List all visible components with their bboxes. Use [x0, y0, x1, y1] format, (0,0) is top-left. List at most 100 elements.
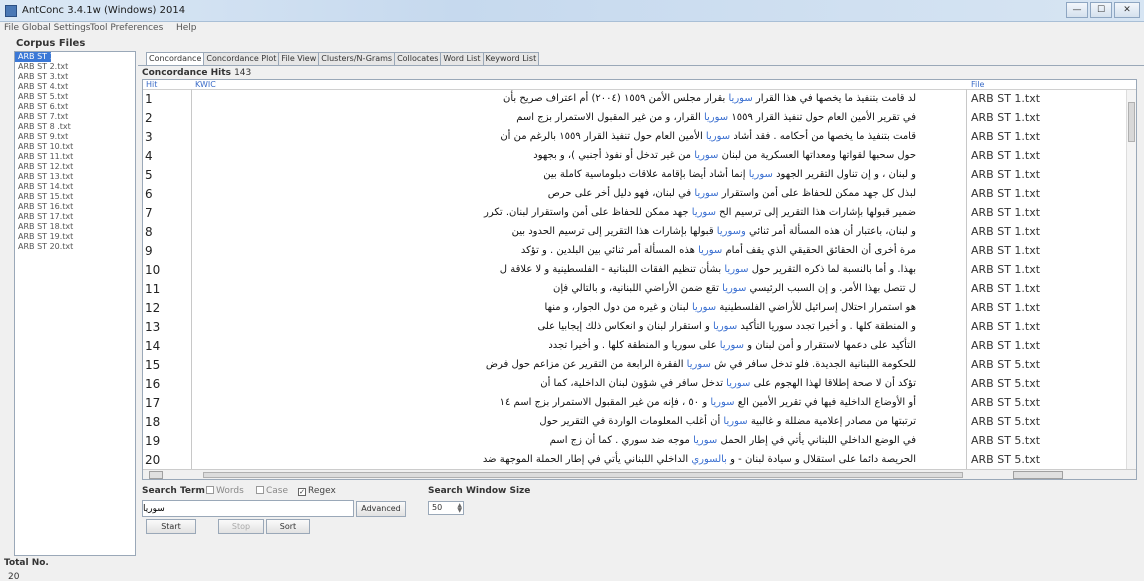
vertical-scroll-thumb[interactable] — [1128, 102, 1135, 142]
corpus-file-item[interactable]: ARB ST 9.txt — [15, 132, 135, 142]
vertical-scrollbar[interactable] — [1126, 90, 1136, 470]
hit-file[interactable]: ARB ST 1.txt — [971, 111, 1040, 124]
kwic-keyword[interactable]: سوريا — [694, 150, 718, 161]
corpus-file-item[interactable]: ARB ST 8 .txt — [15, 122, 135, 132]
table-row[interactable]: 16 تؤكد أن لا صحة إطلاقا لهذا الهجوم على … — [143, 375, 1136, 393]
hit-file[interactable]: ARB ST 1.txt — [971, 206, 1040, 219]
table-row[interactable]: 7 ضمير قبولها بإشارات هذا التقرير إلى ترس… — [143, 204, 1136, 222]
kwic-line[interactable]: الحريصة دائما على استقلال و سيادة لبنان … — [483, 453, 916, 467]
kwic-line[interactable]: التأكيد على دعمها لاستقرار و أمن لبنان و… — [548, 339, 916, 353]
kwic-keyword[interactable]: سوريا — [710, 397, 734, 408]
kwic-line[interactable]: و لبنان ، و إن تناول التقرير الجهود سوري… — [543, 168, 916, 182]
column-header-kwic[interactable]: KWIC — [195, 80, 216, 89]
tab-collocates[interactable]: Collocates — [394, 52, 442, 65]
hit-file[interactable]: ARB ST 5.txt — [971, 396, 1040, 409]
corpus-file-list[interactable]: ARB ST 1.txt ARB ST 2.txt ARB ST 3.txt ARB … — [14, 51, 136, 556]
table-row[interactable]: 2 في تقرير الأمين العام حول تنفيذ القرار … — [143, 109, 1136, 127]
corpus-file-item[interactable]: ARB ST 3.txt — [15, 72, 135, 82]
case-checkbox[interactable] — [256, 486, 264, 494]
table-row[interactable]: 17 أو الأوضاع الداخلية فيها في تقرير الأم… — [143, 394, 1136, 412]
hit-file[interactable]: ARB ST 1.txt — [971, 168, 1040, 181]
kwic-keyword[interactable]: وسوريا — [717, 226, 746, 237]
kwic-line[interactable]: حول سحبها لقواتها ومعداتها العسكرية من ل… — [533, 149, 916, 163]
tab-word-list[interactable]: Word List — [440, 52, 484, 65]
corpus-file-item[interactable]: ARB ST 13.txt — [15, 172, 135, 182]
corpus-file-item[interactable]: ARB ST 5.txt — [15, 92, 135, 102]
table-row[interactable]: 3 قامت بتنفيذ ما يخصها من أحكامه . فقد أش… — [143, 128, 1136, 146]
tab-clusters-n-grams[interactable]: Clusters/N-Grams — [318, 52, 396, 65]
kwic-keyword[interactable]: سوريا — [726, 378, 750, 389]
kwic-line[interactable]: للحكومة اللبنانية الجديدة. فلو تدخل سافر… — [486, 358, 916, 372]
corpus-file-item[interactable]: ARB ST 12.txt — [15, 162, 135, 172]
kwic-line[interactable]: ترتبتها من مصادر إعلامية مضللة و غالبية … — [539, 415, 916, 429]
minimize-button[interactable]: — — [1066, 2, 1088, 18]
kwic-line[interactable]: قامت بتنفيذ ما يخصها من أحكامه . فقد أشا… — [500, 130, 916, 144]
table-row[interactable]: 15 للحكومة اللبنانية الجديدة. فلو تدخل سا… — [143, 356, 1136, 374]
hit-column-scroll-thumb[interactable] — [149, 471, 163, 479]
kwic-line[interactable]: مرة أخرى أن الحقائق الحقيقي الذي يقف أما… — [521, 244, 916, 258]
search-term-input[interactable] — [142, 500, 354, 517]
kwic-scroll-thumb[interactable] — [203, 472, 963, 478]
corpus-file-item[interactable]: ARB ST 6.txt — [15, 102, 135, 112]
kwic-keyword[interactable]: سوريا — [713, 321, 737, 332]
stop-button[interactable]: Stop — [218, 519, 264, 534]
regex-checkbox[interactable] — [298, 488, 306, 496]
column-header-file[interactable]: File — [971, 80, 984, 89]
hit-file[interactable]: ARB ST 1.txt — [971, 339, 1040, 352]
kwic-keyword[interactable]: سوريا — [687, 359, 711, 370]
menu-file[interactable]: File — [4, 23, 19, 33]
table-row[interactable]: 13 و المنطقة كلها . و أخيرا تجدد سوريا ال… — [143, 318, 1136, 336]
corpus-file-item[interactable]: ARB ST 2.txt — [15, 62, 135, 72]
corpus-file-item[interactable]: ARB ST 14.txt — [15, 182, 135, 192]
hit-file[interactable]: ARB ST 1.txt — [971, 244, 1040, 257]
kwic-line[interactable]: بهذا. و أما بالنسبة لما ذكره التقرير حول… — [500, 263, 916, 277]
table-row[interactable]: 8 و لبنان، باعتبار أن هذه المسألة أمر ثنا… — [143, 223, 1136, 241]
kwic-line[interactable]: لد قامت بتنفيذ ما يخصها في هذا القرار سو… — [503, 92, 916, 106]
kwic-keyword[interactable]: سوريا — [706, 131, 730, 142]
hit-file[interactable]: ARB ST 1.txt — [971, 263, 1040, 276]
kwic-line[interactable]: في تقرير الأمين العام حول تنفيذ القرار ١… — [516, 111, 916, 125]
table-row[interactable]: 18 ترتبتها من مصادر إعلامية مضللة و غالبي… — [143, 413, 1136, 431]
corpus-file-item[interactable]: ARB ST 18.txt — [15, 222, 135, 232]
kwic-line[interactable]: و المنطقة كلها . و أخيرا تجدد سوريا التأ… — [537, 320, 916, 334]
table-row[interactable]: 11 ل تتصل بهذا الأمر. و إن السبب الرئيسي … — [143, 280, 1136, 298]
corpus-file-item[interactable]: ARB ST 19.txt — [15, 232, 135, 242]
kwic-keyword[interactable]: سوريا — [729, 93, 753, 104]
words-option[interactable]: Words — [206, 486, 244, 496]
hit-file[interactable]: ARB ST 1.txt — [971, 301, 1040, 314]
hit-file[interactable]: ARB ST 5.txt — [971, 377, 1040, 390]
words-checkbox[interactable] — [206, 486, 214, 494]
kwic-line[interactable]: هو استمرار احتلال إسرائيل للأراضي الفلسط… — [545, 301, 916, 315]
search-window-size-spinner[interactable]: 50 ▲ ▼ — [428, 501, 464, 515]
table-row[interactable]: 20 الحريصة دائما على استقلال و سيادة لبنا… — [143, 451, 1136, 469]
corpus-file-item[interactable]: ARB ST 11.txt — [15, 152, 135, 162]
kwic-keyword[interactable]: سوريا — [694, 188, 718, 199]
tab-file-view[interactable]: File View — [278, 52, 320, 65]
hit-file[interactable]: ARB ST 1.txt — [971, 187, 1040, 200]
hit-file[interactable]: ARB ST 1.txt — [971, 130, 1040, 143]
hit-file[interactable]: ARB ST 5.txt — [971, 434, 1040, 447]
menu-tool-preferences[interactable]: Tool Preferences — [90, 23, 163, 33]
kwic-line[interactable]: في الوضع الداخلي اللبناني يأتي في إطار ا… — [550, 434, 916, 448]
hit-file[interactable]: ARB ST 5.txt — [971, 358, 1040, 371]
corpus-file-item[interactable]: ARB ST 16.txt — [15, 202, 135, 212]
hit-file[interactable]: ARB ST 1.txt — [971, 92, 1040, 105]
table-row[interactable]: 4 حول سحبها لقواتها ومعداتها العسكرية من … — [143, 147, 1136, 165]
kwic-keyword[interactable]: سوريا — [692, 302, 716, 313]
table-row[interactable]: 19 في الوضع الداخلي اللبناني يأتي في إطار… — [143, 432, 1136, 450]
case-option[interactable]: Case — [256, 486, 288, 496]
kwic-line[interactable]: ل تتصل بهذا الأمر. و إن السبب الرئيسي سو… — [553, 282, 916, 296]
hit-file[interactable]: ARB ST 5.txt — [971, 453, 1040, 466]
spinner-arrows-icon[interactable]: ▲ ▼ — [457, 503, 462, 514]
kwic-keyword[interactable]: سوريا — [693, 435, 717, 446]
menu-global-settings[interactable]: Global Settings — [22, 23, 90, 33]
table-row[interactable]: 5 و لبنان ، و إن تناول التقرير الجهود سور… — [143, 166, 1136, 184]
column-header-hit[interactable]: Hit — [146, 80, 157, 89]
maximize-button[interactable]: ☐ — [1090, 2, 1112, 18]
kwic-keyword[interactable]: سوريا — [722, 283, 746, 294]
table-row[interactable]: 9 مرة أخرى أن الحقائق الحقيقي الذي يقف أم… — [143, 242, 1136, 260]
table-row[interactable]: 6 لبذل كل جهد ممكن للحفاظ على أمن واستقرا… — [143, 185, 1136, 203]
regex-option[interactable]: Regex — [298, 486, 336, 496]
table-row[interactable]: 1 لد قامت بتنفيذ ما يخصها في هذا القرار س… — [143, 90, 1136, 108]
tab-keyword-list[interactable]: Keyword List — [482, 52, 540, 65]
